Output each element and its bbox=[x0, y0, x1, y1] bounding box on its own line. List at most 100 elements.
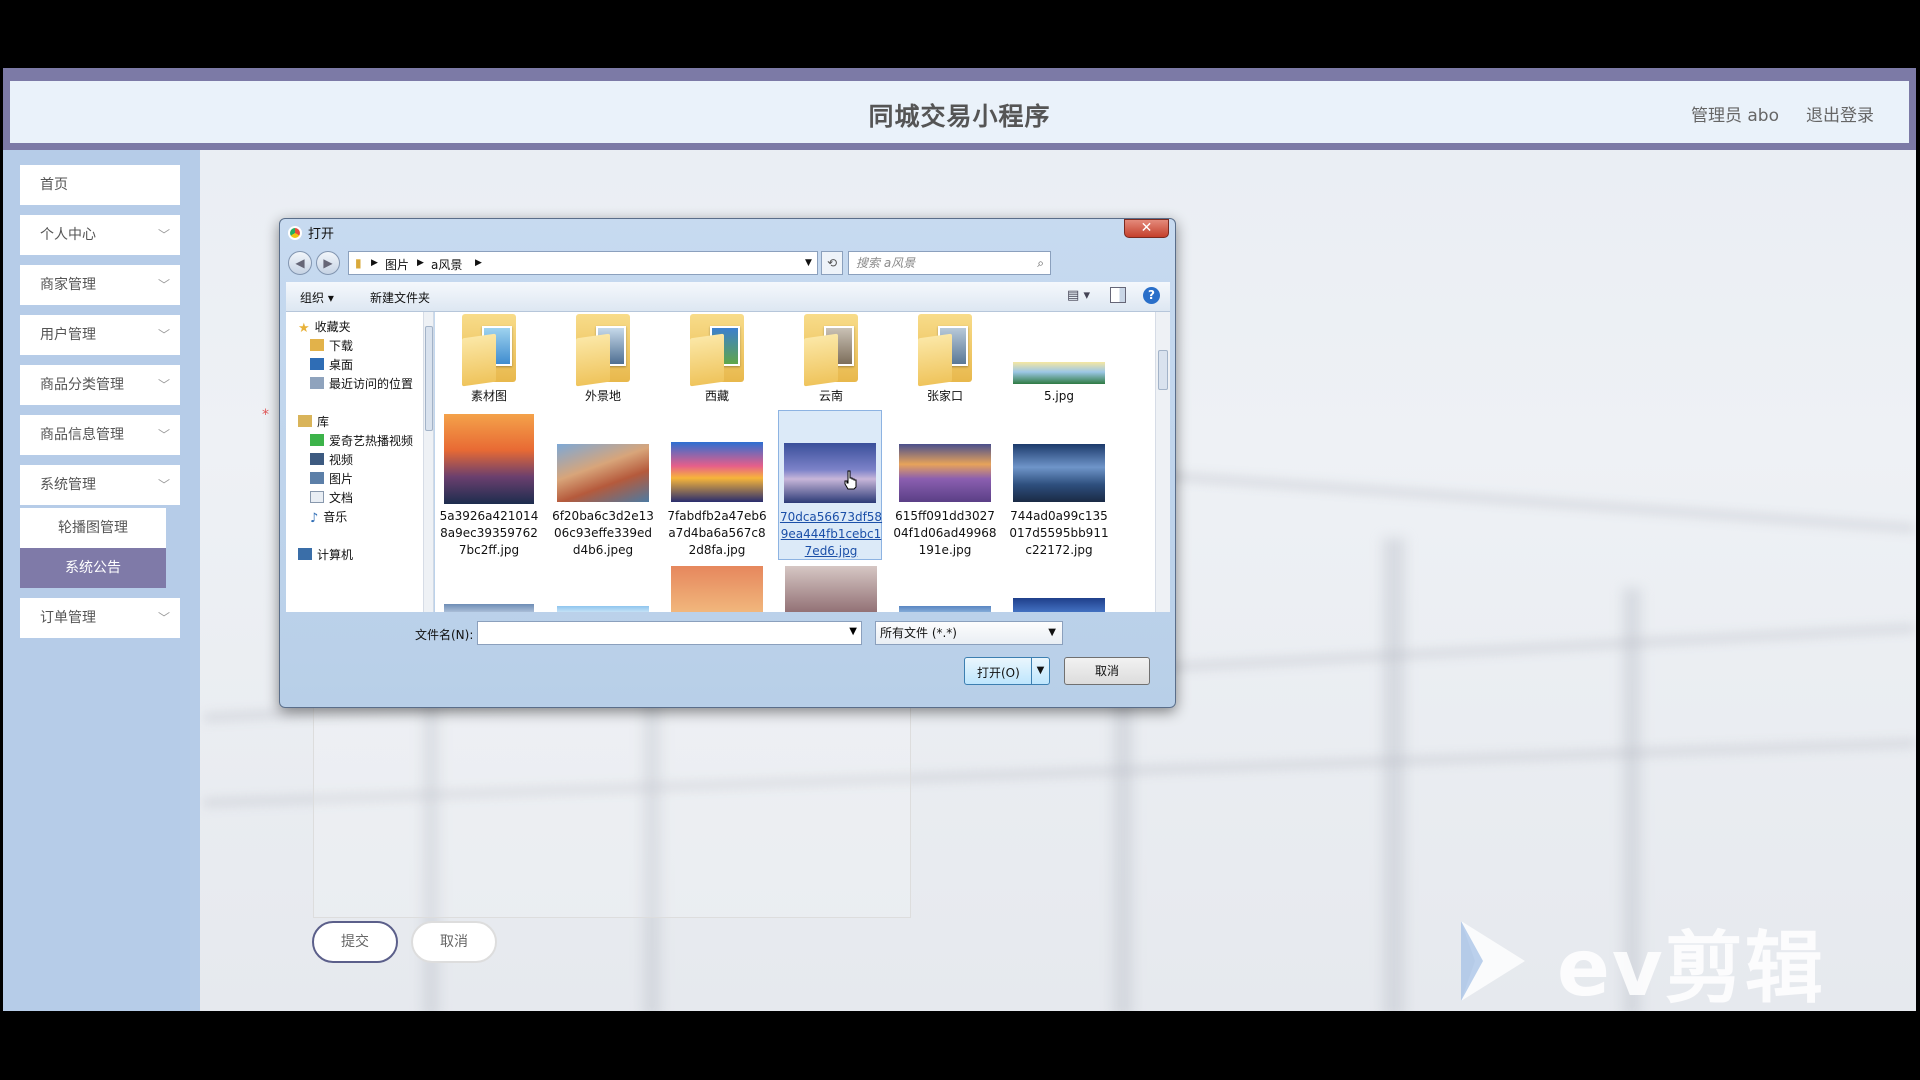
image-thumbnail bbox=[1013, 444, 1105, 502]
address-bar[interactable]: ▮ ▶ 图片 ▶ a风景 ▶ ▼ bbox=[348, 251, 818, 275]
header-panel: 同城交易小程序 管理员 abo 退出登录 bbox=[10, 81, 1909, 143]
image-file-item[interactable]: 7fabdfb2a47eb6a7d4ba6a567c82d8fa.jpg bbox=[665, 412, 769, 558]
file-name: 西藏 bbox=[704, 389, 729, 403]
image-file-item[interactable]: 6f20ba6c3d2e1306c93effe339edd4b6.jpeg bbox=[551, 412, 655, 558]
nav-scrollbar[interactable] bbox=[423, 312, 433, 612]
image-file-item[interactable] bbox=[779, 562, 883, 612]
tree-item-label: 文档 bbox=[329, 491, 354, 505]
file-type-select[interactable]: 所有文件 (*.*) ▼ bbox=[875, 621, 1063, 645]
organize-menu[interactable]: 组织 ▾ bbox=[300, 289, 334, 306]
breadcrumb-item[interactable]: 图片 bbox=[385, 256, 409, 273]
file-list-scrollbar[interactable] bbox=[1155, 312, 1170, 612]
image-file-item[interactable]: 5a3926a4210148a9ec393597627bc2ff.jpg bbox=[437, 412, 541, 558]
breadcrumb-separator-icon: ▶ bbox=[417, 258, 424, 268]
tree-item-label: 桌面 bbox=[329, 358, 354, 372]
folder-icon bbox=[576, 314, 630, 387]
folder-item[interactable]: 外景地 bbox=[551, 312, 655, 408]
sidebar-item-products[interactable]: 商品信息管理 ﹀ bbox=[20, 415, 180, 455]
dialog-cancel-button[interactable]: 取消 bbox=[1064, 657, 1150, 685]
chevron-down-icon[interactable]: ▼ bbox=[805, 258, 812, 268]
image-file-item[interactable] bbox=[1007, 562, 1111, 612]
chevron-down-icon[interactable]: ▼ bbox=[849, 626, 857, 637]
chevron-down-icon: ﹀ bbox=[157, 328, 170, 342]
new-folder-button[interactable]: 新建文件夹 bbox=[370, 289, 430, 306]
image-file-item[interactable]: 5.jpg bbox=[1007, 312, 1111, 408]
preview-pane-icon[interactable] bbox=[1110, 287, 1126, 303]
logout-link[interactable]: 退出登录 bbox=[1806, 101, 1874, 126]
close-button[interactable]: ✕ bbox=[1124, 219, 1169, 238]
chevron-down-icon: ﹀ bbox=[157, 228, 170, 242]
sidebar-item-label: 首页 bbox=[40, 177, 68, 193]
chevron-down-icon: ▼ bbox=[1048, 627, 1056, 638]
image-thumbnail bbox=[557, 444, 649, 502]
filename-input[interactable]: ▼ bbox=[477, 621, 862, 645]
chevron-down-icon[interactable]: ▼ bbox=[1031, 658, 1049, 684]
scrollbar-thumb[interactable] bbox=[425, 326, 433, 431]
picture-library-icon bbox=[310, 472, 324, 484]
organize-label: 组织 bbox=[300, 291, 325, 305]
image-file-item[interactable] bbox=[665, 562, 769, 612]
open-file-dialog: 打开 ✕ ◀ ▶ ▮ ▶ 图片 ▶ a风景 ▶ ▼ ⟲ 搜索 a风景 ⌕ 组织 … bbox=[279, 218, 1176, 708]
sidebar-item-home[interactable]: 首页 bbox=[20, 165, 180, 205]
sidebar-item-orders[interactable]: 订单管理 ﹀ bbox=[20, 598, 180, 638]
help-icon[interactable]: ? bbox=[1143, 287, 1160, 304]
admin-app: 同城交易小程序 管理员 abo 退出登录 首页 个人中心 ﹀ 商家管理 ﹀ 用户… bbox=[3, 68, 1916, 1011]
image-file-item[interactable]: 615ff091dd302704f1d06ad49968191e.jpg bbox=[893, 412, 997, 558]
folder-item[interactable]: 西藏 bbox=[665, 312, 769, 408]
scrollbar-thumb[interactable] bbox=[1158, 350, 1168, 390]
app-title: 同城交易小程序 bbox=[868, 102, 1051, 131]
file-name: 5a3926a4210148a9ec393597627bc2ff.jpg bbox=[439, 509, 539, 557]
search-icon: ⌕ bbox=[1037, 256, 1044, 270]
file-name: 744ad0a99c135017d5595bb911c22172.jpg bbox=[1009, 509, 1109, 557]
open-button[interactable]: 打开(O) ▼ bbox=[964, 657, 1050, 685]
refresh-button[interactable]: ⟲ bbox=[821, 251, 843, 275]
sidebar-subitem-carousel[interactable]: 轮播图管理 bbox=[20, 508, 166, 548]
sidebar-item-label: 系统管理 bbox=[40, 477, 96, 493]
view-options-icon[interactable]: ▤ ▾ bbox=[1067, 288, 1090, 303]
file-name: 5.jpg bbox=[1043, 389, 1075, 403]
back-button[interactable]: ◀ bbox=[288, 251, 312, 275]
cancel-button[interactable]: 取消 bbox=[411, 921, 497, 963]
image-file-item[interactable] bbox=[437, 562, 541, 612]
search-input[interactable]: 搜索 a风景 ⌕ bbox=[848, 251, 1051, 275]
folder-item[interactable]: 云南 bbox=[779, 312, 883, 408]
sidebar-item-system[interactable]: 系统管理 ﹀ bbox=[20, 465, 180, 505]
file-name: 素材图 bbox=[470, 389, 507, 403]
sidebar-item-merchants[interactable]: 商家管理 ﹀ bbox=[20, 265, 180, 305]
breadcrumb-item[interactable]: a风景 bbox=[431, 256, 462, 273]
submit-button[interactable]: 提交 bbox=[312, 921, 398, 963]
tree-item-recent[interactable]: 最近访问的位置 bbox=[310, 373, 433, 395]
folder-item[interactable]: 素材图 bbox=[437, 312, 541, 408]
image-thumbnail bbox=[1013, 598, 1105, 612]
top-header: 同城交易小程序 管理员 abo 退出登录 bbox=[3, 68, 1916, 150]
tree-item-label: 收藏夹 bbox=[314, 320, 351, 334]
image-file-item[interactable]: 744ad0a99c135017d5595bb911c22172.jpg bbox=[1007, 412, 1111, 558]
file-name: 张家口 bbox=[926, 389, 963, 403]
folder-icon bbox=[462, 314, 516, 387]
tree-item-computer[interactable]: 计算机 bbox=[298, 544, 433, 566]
download-folder-icon bbox=[310, 339, 324, 351]
sidebar-item-label: 个人中心 bbox=[40, 227, 96, 243]
sidebar-item-users[interactable]: 用户管理 ﹀ bbox=[20, 315, 180, 355]
sidebar: 首页 个人中心 ﹀ 商家管理 ﹀ 用户管理 ﹀ 商品分类管理 ﹀ 商品信息管理 … bbox=[3, 150, 200, 1011]
tree-item-music[interactable]: ♪ 音乐 bbox=[310, 506, 433, 528]
image-file-item-selected[interactable]: 70dca56673df589ea444fb1cebc17ed6.jpg bbox=[778, 410, 882, 560]
image-thumbnail bbox=[671, 442, 763, 502]
sidebar-item-label: 商品信息管理 bbox=[40, 427, 124, 443]
tree-item-label: 音乐 bbox=[323, 510, 348, 524]
desktop-icon bbox=[310, 358, 324, 370]
watermark: ev剪辑 bbox=[1453, 906, 1833, 1011]
screen: 同城交易小程序 管理员 abo 退出登录 首页 个人中心 ﹀ 商家管理 ﹀ 用户… bbox=[0, 0, 1920, 1080]
sidebar-subitem-label: 轮播图管理 bbox=[58, 520, 128, 536]
breadcrumb-separator-icon: ▶ bbox=[371, 258, 378, 268]
image-thumbnail bbox=[784, 443, 876, 503]
folder-item[interactable]: 张家口 bbox=[893, 312, 997, 408]
forward-button[interactable]: ▶ bbox=[316, 251, 340, 275]
sidebar-item-profile[interactable]: 个人中心 ﹀ bbox=[20, 215, 180, 255]
sidebar-item-categories[interactable]: 商品分类管理 ﹀ bbox=[20, 365, 180, 405]
breadcrumb-separator-icon: ▶ bbox=[475, 258, 482, 268]
sidebar-subitem-announcements[interactable]: 系统公告 bbox=[20, 548, 166, 588]
tree-item-label: 计算机 bbox=[317, 548, 354, 562]
image-file-item[interactable] bbox=[893, 562, 997, 612]
image-file-item[interactable] bbox=[551, 562, 655, 612]
